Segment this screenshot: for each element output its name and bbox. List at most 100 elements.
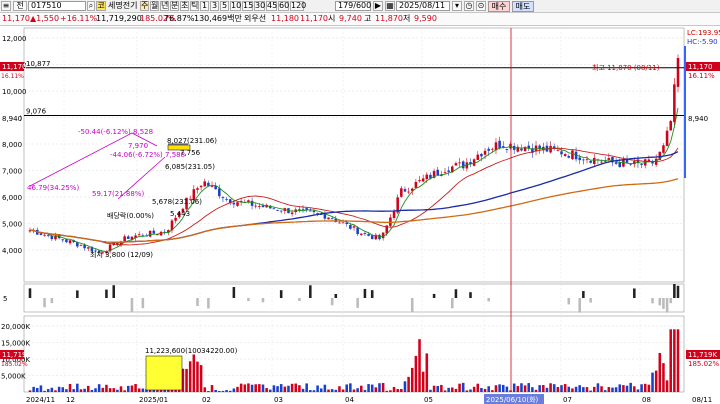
current-price: 11,170: [2, 14, 30, 23]
candle-body: [68, 240, 72, 244]
calendar-icon[interactable]: ▦: [385, 1, 395, 11]
candle-body: [673, 84, 676, 123]
highlight-box-2: [145, 355, 183, 391]
volume-bar: [287, 385, 290, 392]
volume-bar: [596, 383, 600, 392]
chart-annotation: 8,027(231.06): [167, 137, 217, 145]
candle-body: [232, 202, 236, 205]
candle-body: [589, 160, 592, 163]
volume-bar: [309, 390, 312, 392]
stock-code-input[interactable]: 017510: [28, 1, 86, 11]
volume-bar: [261, 384, 265, 392]
volume-bar: [523, 385, 527, 392]
candle-body: [425, 174, 429, 180]
candle-body: [665, 130, 669, 146]
period-select[interactable]: 전: [13, 1, 27, 11]
sell-button[interactable]: 매도: [512, 1, 534, 12]
volume-bar: [665, 380, 669, 392]
volume-bar: [625, 385, 629, 392]
volume-bar: [127, 385, 130, 392]
left-volume-tag: 11,719K: [2, 351, 31, 359]
chevron-down-icon[interactable]: ▾: [452, 1, 462, 11]
volume-bar: [185, 368, 188, 392]
volume-bar: [199, 365, 203, 392]
volume-bar: [250, 384, 254, 392]
volume-bar: [345, 384, 348, 392]
indicator-bar: [451, 298, 454, 309]
volume-bar: [225, 390, 228, 392]
volume-bar: [465, 390, 469, 392]
candle-body: [203, 181, 207, 187]
interval-tab-10[interactable]: 10: [230, 1, 241, 11]
interval-tab-45[interactable]: 45: [266, 1, 277, 11]
candle-body: [418, 180, 421, 182]
search-icon[interactable]: ⌕: [87, 1, 95, 11]
indicator-bar: [669, 298, 672, 304]
fx-label: 외우선: [244, 14, 267, 23]
chart-annotation: 5,678(231.06): [152, 198, 202, 206]
interval-tab-주[interactable]: 주: [140, 1, 149, 11]
candle-body: [236, 202, 239, 206]
interval-tab-15[interactable]: 15: [242, 1, 253, 11]
candle-body: [199, 185, 203, 188]
volume-bar: [338, 386, 341, 392]
candle-body: [207, 182, 210, 186]
volume-bar: [239, 383, 243, 392]
volume-bar: [603, 390, 607, 392]
interval-tab-분[interactable]: 분: [170, 1, 179, 11]
interval-tab-1[interactable]: 1: [200, 1, 209, 11]
volume-bar: [123, 390, 126, 392]
interval-tab-년[interactable]: 년: [160, 1, 169, 11]
lc-label: LC:193.95: [687, 29, 720, 37]
candle-body: [65, 239, 68, 243]
indicator-bar: [130, 298, 134, 312]
low-label: 저: [403, 14, 411, 23]
volume-bar: [440, 384, 443, 392]
candle-body: [461, 161, 465, 169]
interval-tab-60[interactable]: 60: [278, 1, 289, 11]
interval-tab-틱[interactable]: 틱: [190, 1, 199, 11]
interval-tab-월[interactable]: 월: [150, 1, 159, 11]
candle-body: [483, 150, 487, 155]
play-icon[interactable]: ▶: [373, 1, 383, 11]
volume-bar: [94, 388, 97, 392]
high-price: 11,870: [375, 14, 403, 23]
interval-tab-120[interactable]: 120: [290, 1, 306, 11]
candle-body: [403, 189, 407, 192]
bar-count-input[interactable]: 179/600: [335, 1, 371, 11]
indicator-bar: [298, 298, 301, 302]
right-volume-tag: 11,719K: [688, 351, 717, 359]
stock-chart[interactable]: 12,00011,00010,0009,0008,0007,0006,0005,…: [0, 26, 720, 404]
volume-bar: [228, 390, 232, 392]
volume-bar: [542, 384, 545, 392]
volume-bar: [600, 386, 603, 392]
chart-labels: 12,00011,00010,0009,0008,0007,0006,0005,…: [0, 29, 720, 404]
candle-body: [414, 181, 418, 188]
candle-body: [443, 172, 447, 173]
volume-bar: [501, 384, 505, 392]
clock-icon[interactable]: ◷: [464, 1, 474, 11]
interval-tab-초[interactable]: 초: [180, 1, 189, 11]
volume-bar: [538, 385, 541, 392]
right-level-tag: 8,940: [688, 115, 708, 123]
indicator-bar: [247, 298, 250, 302]
volume-bar: [614, 387, 618, 392]
volume-bar: [323, 384, 327, 392]
volume-bar: [461, 382, 465, 392]
buy-button[interactable]: 매수: [488, 1, 510, 12]
date-input[interactable]: 2025/08/11: [396, 1, 450, 11]
interval-tab-3[interactable]: 3: [210, 1, 219, 11]
volume-bar: [622, 385, 625, 392]
volume-y-tick: 5,000K: [1, 373, 26, 381]
menu-icon[interactable]: ≡: [1, 1, 11, 11]
pin-icon[interactable]: ⊙: [476, 1, 486, 11]
interval-tab-30[interactable]: 30: [254, 1, 265, 11]
level-label-2: 9,076: [26, 107, 47, 115]
volume-bar: [654, 370, 658, 392]
volume-bar: [673, 329, 676, 392]
volume-bar: [134, 384, 137, 392]
interval-tab-5[interactable]: 5: [220, 1, 229, 11]
volume-bar: [669, 329, 672, 392]
candle-body: [61, 239, 65, 241]
indicator-bar: [673, 284, 676, 298]
